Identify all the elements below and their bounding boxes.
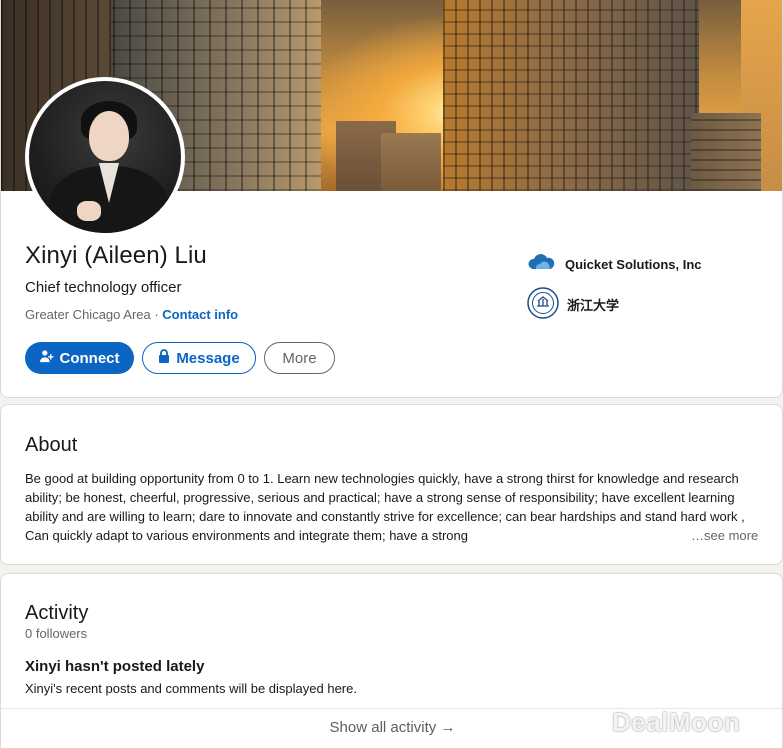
more-button[interactable]: More — [264, 342, 335, 374]
profile-location: Greater Chicago Area — [25, 307, 151, 322]
about-section: About Be good at building opportunity fr… — [0, 404, 783, 565]
about-text: Be good at building opportunity from 0 t… — [25, 471, 745, 543]
followers-count[interactable]: 0 followers — [25, 626, 87, 641]
company-name: Quicket Solutions, Inc — [565, 257, 702, 272]
profile-location-line: Greater Chicago Area · Contact info — [25, 307, 238, 322]
activity-title: Activity — [25, 602, 89, 624]
profile-name: Xinyi (Aileen) Liu — [25, 242, 207, 269]
connect-button[interactable]: Connect — [25, 342, 134, 374]
current-company-link[interactable]: Quicket Solutions, Inc — [527, 251, 702, 278]
location-separator: · — [150, 307, 163, 322]
profile-top-card: Xinyi (Aileen) Liu Chief technology offi… — [0, 0, 783, 398]
connect-label: Connect — [59, 349, 120, 367]
dealmoon-watermark: DealMoon — [612, 707, 741, 737]
profile-avatar[interactable] — [25, 77, 185, 237]
about-title: About — [25, 434, 78, 456]
education-link[interactable]: 浙江大学 — [527, 287, 619, 322]
university-name: 浙江大学 — [567, 298, 620, 313]
message-label: Message — [176, 349, 240, 367]
message-button[interactable]: Message — [142, 342, 256, 374]
show-all-activity-label: Show all activity — [329, 719, 437, 736]
no-posts-heading: Xinyi hasn't posted lately — [25, 658, 205, 675]
university-seal-logo — [527, 287, 559, 322]
more-label: More — [282, 349, 317, 367]
profile-headline: Chief technology officer — [25, 279, 182, 296]
arrow-right-icon: → — [440, 719, 456, 736]
no-posts-description: Xinyi's recent posts and comments will b… — [25, 681, 357, 696]
add-person-icon — [39, 349, 54, 367]
see-more-link[interactable]: …see more — [685, 526, 759, 545]
contact-info-link[interactable]: Contact info — [162, 307, 238, 322]
lock-icon — [158, 349, 170, 367]
company-cloud-logo — [527, 251, 557, 278]
